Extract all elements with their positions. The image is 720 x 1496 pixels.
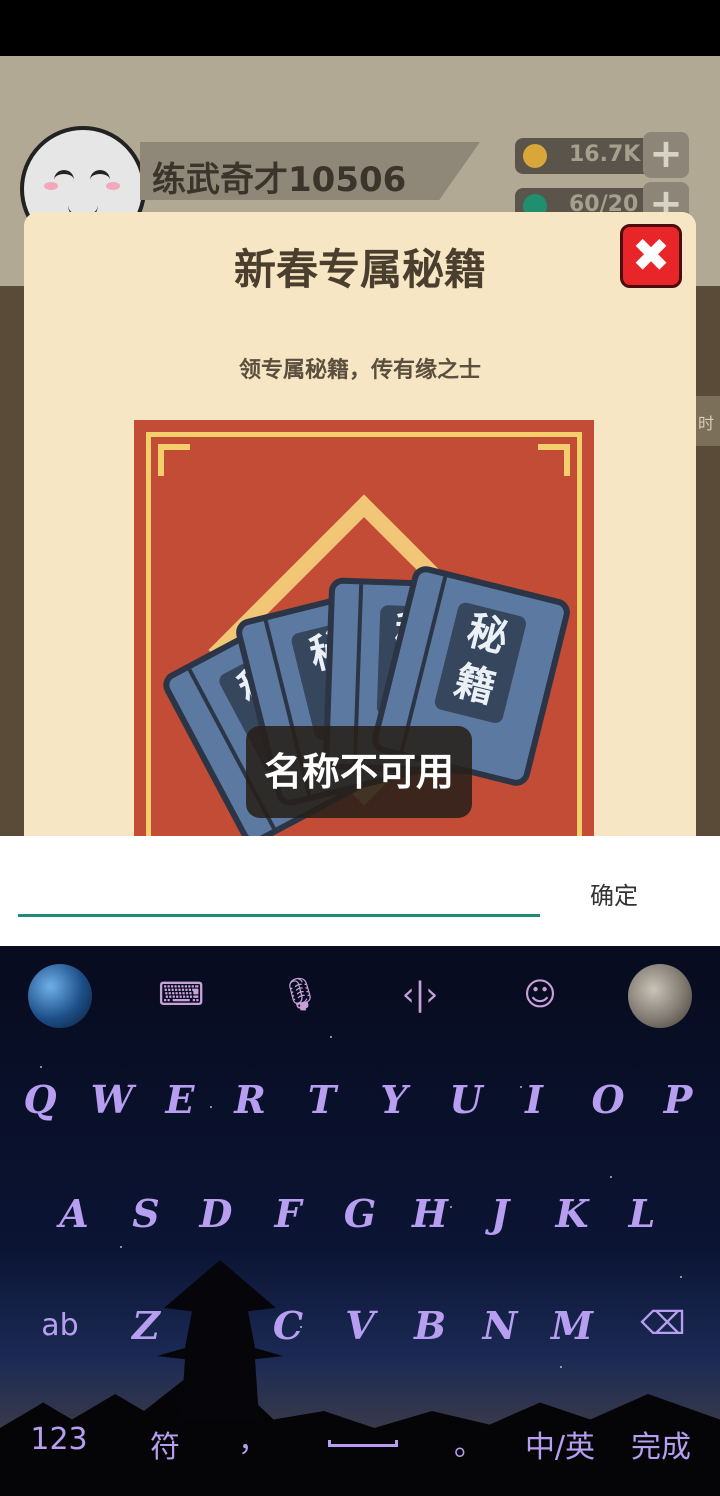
book-label: 秘籍 <box>433 601 528 725</box>
name-input[interactable] <box>18 866 544 912</box>
emoji-icon[interactable]: ☺ <box>518 972 562 1016</box>
key-n[interactable]: N <box>470 1296 530 1356</box>
cursor-move-icon[interactable]: ‹|› <box>398 972 442 1016</box>
key-a[interactable]: A <box>44 1184 104 1244</box>
side-timer-label: 时 <box>698 414 715 433</box>
key-y[interactable]: Y <box>364 1070 424 1130</box>
numbers-key[interactable]: 123 <box>28 1422 90 1457</box>
key-u[interactable]: U <box>436 1070 496 1130</box>
space-key[interactable] <box>328 1440 398 1447</box>
dialog-title: 新春专属秘籍 <box>233 245 486 294</box>
corner-ornament-icon <box>538 444 570 476</box>
key-z[interactable]: Z <box>116 1296 176 1356</box>
language-toggle-key[interactable]: 中/英 <box>520 1422 600 1466</box>
coin-icon <box>523 144 547 168</box>
key-r[interactable]: R <box>220 1070 280 1130</box>
period-key[interactable]: 。 <box>444 1420 494 1464</box>
comma-key[interactable]: ， <box>228 1416 278 1460</box>
key-w[interactable]: W <box>82 1070 142 1130</box>
confirm-button[interactable]: 确定 <box>590 876 638 911</box>
status-bar <box>0 0 720 56</box>
key-d[interactable]: D <box>186 1184 246 1244</box>
microphone-icon[interactable]: 🎙 <box>278 972 322 1016</box>
key-t[interactable]: T <box>292 1070 352 1130</box>
keyboard-icon[interactable]: ⌨ <box>158 972 204 1016</box>
key-m[interactable]: M <box>542 1296 602 1356</box>
done-key[interactable]: 完成 <box>624 1422 698 1466</box>
dialog-subtitle: 领专属秘籍，传有缘之士 <box>238 358 481 383</box>
close-button[interactable]: ✖ <box>620 224 682 288</box>
shift-key[interactable]: ab <box>30 1308 90 1343</box>
key-h[interactable]: H <box>400 1184 460 1244</box>
earth-theme-icon[interactable] <box>28 964 92 1028</box>
input-underline <box>18 914 540 917</box>
player-name: 练武奇才10506 <box>152 160 407 200</box>
key-j[interactable]: J <box>470 1184 530 1244</box>
side-timer-tab[interactable]: 时 <box>696 396 720 446</box>
key-k[interactable]: K <box>542 1184 602 1244</box>
avatar-cheek-icon <box>44 182 58 190</box>
key-q[interactable]: Q <box>10 1070 70 1130</box>
backspace-icon[interactable]: ⌫ <box>636 1304 690 1342</box>
key-p[interactable]: P <box>648 1070 708 1130</box>
key-o[interactable]: O <box>578 1070 638 1130</box>
key-i[interactable]: I <box>504 1070 564 1130</box>
corner-ornament-icon <box>158 444 190 476</box>
key-l[interactable]: L <box>612 1184 672 1244</box>
key-e[interactable]: E <box>150 1070 210 1130</box>
key-f[interactable]: F <box>258 1184 318 1244</box>
key-v[interactable]: V <box>330 1296 390 1356</box>
symbols-key[interactable]: 符 <box>140 1422 190 1466</box>
add-gold-button[interactable]: + <box>643 132 689 178</box>
moon-theme-icon[interactable] <box>628 964 692 1028</box>
key-s[interactable]: S <box>116 1184 176 1244</box>
gold-counter: 16.7K + <box>515 132 689 178</box>
key-g[interactable]: G <box>330 1184 390 1244</box>
soft-keyboard: ⌨ 🎙 ‹|› ☺ Q W E R T Y U I O P A S D F G … <box>0 946 720 1496</box>
toast-message: 名称不可用 <box>246 726 472 818</box>
avatar-cheek-icon <box>106 182 120 190</box>
avatar-eye-icon <box>90 170 110 184</box>
avatar-eye-icon <box>54 170 74 184</box>
key-b[interactable]: B <box>400 1296 460 1356</box>
name-input-bar: 确定 <box>0 836 720 946</box>
gold-value: 16.7K <box>569 142 641 167</box>
